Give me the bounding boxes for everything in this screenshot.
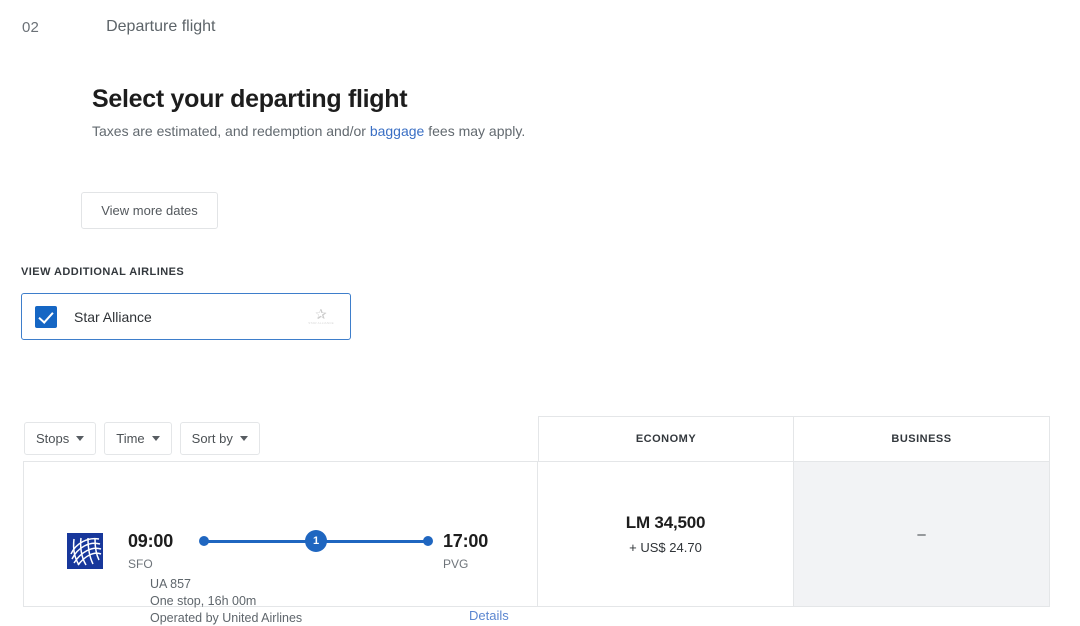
flight-operated-by: Operated by United Airlines: [150, 611, 303, 625]
step-label: Departure flight: [106, 18, 216, 35]
flight-number: UA 857: [150, 577, 192, 591]
flight-info-cell: 09:00 SFO 1 17:00 PVG UA 857 One stop, 1…: [23, 461, 538, 625]
fare-cell-business: –: [794, 461, 1050, 607]
view-additional-airlines-label: VIEW ADDITIONAL AIRLINES: [21, 266, 185, 278]
fare-economy-miles: LM 34,500: [625, 513, 706, 532]
departure-time: 09:00: [128, 531, 174, 551]
star-icon: ✰: [315, 306, 327, 322]
view-more-dates-button[interactable]: View more dates: [81, 192, 218, 229]
arrival-block: 17:00 PVG: [443, 530, 513, 571]
filter-time-label: Time: [116, 431, 145, 446]
stop-count-badge: 1: [305, 530, 327, 552]
baggage-link[interactable]: baggage: [370, 123, 425, 139]
fare-column-header-business: BUSINESS: [794, 416, 1050, 461]
flight-timeline: 09:00 SFO 1 17:00 PVG: [128, 530, 513, 571]
route-origin-dot: [199, 536, 209, 546]
flight-duration: One stop, 16h 00m: [150, 594, 257, 608]
subtitle-text-before: Taxes are estimated, and redemption and/…: [92, 123, 370, 139]
airline-filter-label: Star Alliance: [74, 308, 152, 325]
chevron-down-icon: [76, 436, 85, 441]
fare-cell-economy[interactable]: LM 34,500 + US$ 24.70: [538, 461, 794, 607]
route-destination-dot: [423, 536, 433, 546]
flight-meta: UA 857 One stop, 16h 00m Operated by Uni…: [150, 576, 302, 626]
filter-sort-by-button[interactable]: Sort by: [179, 422, 260, 455]
fare-column-header-economy: ECONOMY: [538, 416, 794, 461]
flight-selection-page: 02 Departure flight Select your departin…: [0, 0, 1080, 626]
filter-stops-label: Stops: [36, 431, 70, 446]
flight-row: 09:00 SFO 1 17:00 PVG UA 857 One stop, 1…: [23, 461, 1051, 625]
chevron-down-icon: [239, 436, 248, 441]
departure-block: 09:00 SFO: [128, 530, 198, 571]
arrival-airport: PVG: [443, 557, 469, 571]
page-subtitle: Taxes are estimated, and redemption and/…: [92, 122, 525, 140]
step-header: 02 Departure flight: [22, 18, 215, 36]
star-alliance-checkbox[interactable]: [35, 305, 57, 328]
filter-stops-button[interactable]: Stops: [24, 422, 97, 455]
filter-toolbar: Stops Time Sort by: [23, 416, 538, 461]
departure-airport: SFO: [128, 557, 153, 571]
step-number: 02: [22, 18, 40, 36]
subtitle-text-after: fees may apply.: [424, 123, 526, 139]
title-block: Select your departing flight Taxes are e…: [92, 84, 525, 140]
route-path: 1: [199, 530, 433, 552]
filter-time-button[interactable]: Time: [104, 422, 172, 455]
fare-business-unavailable: –: [917, 525, 926, 543]
page-title: Select your departing flight: [92, 85, 408, 113]
flight-results-table: Stops Time Sort by ECONOMY BUSINESS 09:0…: [23, 416, 1051, 625]
results-header-row: Stops Time Sort by ECONOMY BUSINESS: [23, 416, 1051, 461]
filter-sort-by-label: Sort by: [191, 431, 233, 446]
star-alliance-wordmark: STAR ALLIANCE: [308, 321, 334, 325]
united-airlines-logo: [67, 533, 103, 569]
flight-details-link[interactable]: Details: [469, 608, 509, 623]
star-alliance-logo: ✰ STAR ALLIANCE: [304, 303, 338, 331]
arrival-time: 17:00: [443, 531, 489, 551]
fare-economy-tax: + US$ 24.70: [629, 540, 702, 555]
chevron-down-icon: [151, 436, 160, 441]
airline-filter-star-alliance[interactable]: Star Alliance ✰ STAR ALLIANCE: [21, 293, 351, 340]
